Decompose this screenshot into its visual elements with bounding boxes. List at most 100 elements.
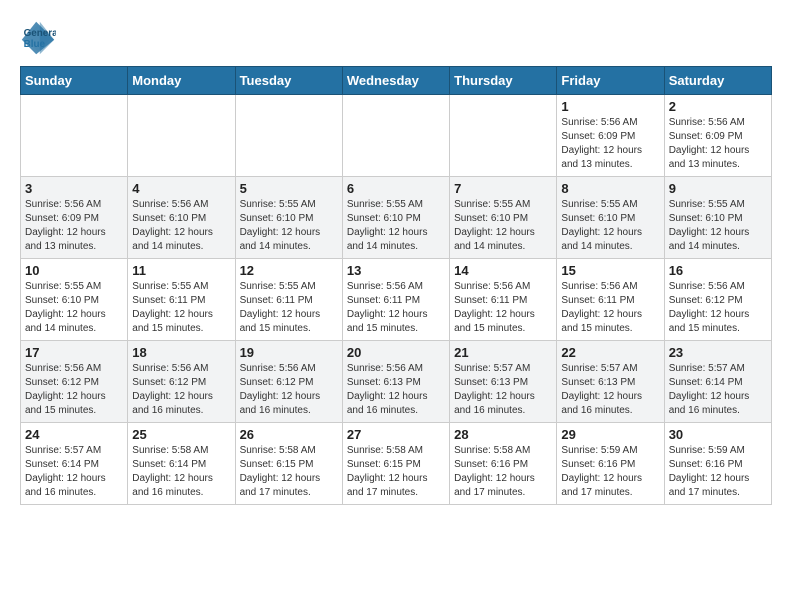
calendar-day-cell: 10 Sunrise: 5:55 AM Sunset: 6:10 PM Dayli…: [21, 259, 128, 341]
calendar-day-cell: 13 Sunrise: 5:56 AM Sunset: 6:11 PM Dayli…: [342, 259, 449, 341]
svg-text:General: General: [24, 28, 56, 39]
day-of-week-header: Monday: [128, 67, 235, 95]
day-info: Sunrise: 5:58 AM Sunset: 6:15 PM Dayligh…: [347, 444, 445, 500]
calendar-header-row: SundayMondayTuesdayWednesdayThursdayFrid…: [21, 67, 772, 95]
day-info: Sunrise: 5:56 AM Sunset: 6:13 PM Dayligh…: [347, 362, 445, 418]
day-info: Sunrise: 5:56 AM Sunset: 6:09 PM Dayligh…: [25, 198, 123, 254]
calendar-week-row: 10 Sunrise: 5:55 AM Sunset: 6:10 PM Dayli…: [21, 259, 772, 341]
day-number: 20: [347, 345, 445, 360]
calendar-table: SundayMondayTuesdayWednesdayThursdayFrid…: [20, 66, 772, 505]
day-info: Sunrise: 5:55 AM Sunset: 6:11 PM Dayligh…: [240, 280, 338, 336]
logo-icon: General Blue: [20, 20, 56, 56]
day-number: 17: [25, 345, 123, 360]
day-info: Sunrise: 5:55 AM Sunset: 6:10 PM Dayligh…: [240, 198, 338, 254]
calendar-day-cell: [21, 95, 128, 177]
day-info: Sunrise: 5:56 AM Sunset: 6:11 PM Dayligh…: [347, 280, 445, 336]
day-number: 11: [132, 263, 230, 278]
day-number: 26: [240, 427, 338, 442]
day-of-week-header: Thursday: [450, 67, 557, 95]
day-number: 22: [561, 345, 659, 360]
calendar-day-cell: 2 Sunrise: 5:56 AM Sunset: 6:09 PM Daylig…: [664, 95, 771, 177]
calendar-day-cell: 4Sunrise: 5:56 AM Sunset: 6:10 PM Daylig…: [128, 177, 235, 259]
day-number: 3: [25, 181, 123, 196]
calendar-day-cell: 8Sunrise: 5:55 AM Sunset: 6:10 PM Daylig…: [557, 177, 664, 259]
day-info: Sunrise: 5:56 AM Sunset: 6:12 PM Dayligh…: [132, 362, 230, 418]
day-number: 15: [561, 263, 659, 278]
day-number: 13: [347, 263, 445, 278]
calendar-day-cell: 5 Sunrise: 5:55 AM Sunset: 6:10 PM Daylig…: [235, 177, 342, 259]
calendar-day-cell: [128, 95, 235, 177]
day-of-week-header: Friday: [557, 67, 664, 95]
calendar-day-cell: 3 Sunrise: 5:56 AM Sunset: 6:09 PM Daylig…: [21, 177, 128, 259]
day-info: Sunrise: 5:56 AM Sunset: 6:09 PM Dayligh…: [669, 116, 767, 172]
calendar-day-cell: 6 Sunrise: 5:55 AM Sunset: 6:10 PM Daylig…: [342, 177, 449, 259]
day-info: Sunrise: 5:58 AM Sunset: 6:15 PM Dayligh…: [240, 444, 338, 500]
day-number: 29: [561, 427, 659, 442]
header: General Blue: [20, 20, 772, 56]
day-info: Sunrise: 5:55 AM Sunset: 6:10 PM Dayligh…: [561, 198, 659, 254]
calendar-week-row: 17 Sunrise: 5:56 AM Sunset: 6:12 PM Dayli…: [21, 341, 772, 423]
day-of-week-header: Saturday: [664, 67, 771, 95]
day-of-week-header: Wednesday: [342, 67, 449, 95]
day-number: 2: [669, 99, 767, 114]
day-number: 24: [25, 427, 123, 442]
calendar-day-cell: 15 Sunrise: 5:56 AM Sunset: 6:11 PM Dayli…: [557, 259, 664, 341]
day-info: Sunrise: 5:55 AM Sunset: 6:10 PM Dayligh…: [347, 198, 445, 254]
day-info: Sunrise: 5:57 AM Sunset: 6:14 PM Dayligh…: [25, 444, 123, 500]
day-info: Sunrise: 5:56 AM Sunset: 6:11 PM Dayligh…: [561, 280, 659, 336]
day-number: 16: [669, 263, 767, 278]
day-info: Sunrise: 5:55 AM Sunset: 6:10 PM Dayligh…: [25, 280, 123, 336]
day-number: 27: [347, 427, 445, 442]
day-of-week-header: Tuesday: [235, 67, 342, 95]
calendar-day-cell: 9Sunrise: 5:55 AM Sunset: 6:10 PM Daylig…: [664, 177, 771, 259]
day-info: Sunrise: 5:56 AM Sunset: 6:12 PM Dayligh…: [669, 280, 767, 336]
calendar-day-cell: 21Sunrise: 5:57 AM Sunset: 6:13 PM Dayli…: [450, 341, 557, 423]
day-number: 21: [454, 345, 552, 360]
day-number: 19: [240, 345, 338, 360]
calendar-day-cell: 25 Sunrise: 5:58 AM Sunset: 6:14 PM Dayli…: [128, 423, 235, 505]
day-number: 5: [240, 181, 338, 196]
calendar-week-row: 1Sunrise: 5:56 AM Sunset: 6:09 PM Daylig…: [21, 95, 772, 177]
day-number: 23: [669, 345, 767, 360]
calendar-day-cell: 24 Sunrise: 5:57 AM Sunset: 6:14 PM Dayli…: [21, 423, 128, 505]
day-number: 28: [454, 427, 552, 442]
calendar-day-cell: 29 Sunrise: 5:59 AM Sunset: 6:16 PM Dayli…: [557, 423, 664, 505]
calendar-day-cell: [342, 95, 449, 177]
day-number: 12: [240, 263, 338, 278]
day-info: Sunrise: 5:56 AM Sunset: 6:12 PM Dayligh…: [25, 362, 123, 418]
calendar-day-cell: 20 Sunrise: 5:56 AM Sunset: 6:13 PM Dayli…: [342, 341, 449, 423]
day-number: 18: [132, 345, 230, 360]
day-number: 7: [454, 181, 552, 196]
day-number: 10: [25, 263, 123, 278]
calendar-day-cell: 17 Sunrise: 5:56 AM Sunset: 6:12 PM Dayli…: [21, 341, 128, 423]
day-info: Sunrise: 5:59 AM Sunset: 6:16 PM Dayligh…: [669, 444, 767, 500]
calendar-day-cell: [235, 95, 342, 177]
day-of-week-header: Sunday: [21, 67, 128, 95]
calendar-day-cell: 26 Sunrise: 5:58 AM Sunset: 6:15 PM Dayli…: [235, 423, 342, 505]
calendar-day-cell: [450, 95, 557, 177]
calendar-day-cell: 22Sunrise: 5:57 AM Sunset: 6:13 PM Dayli…: [557, 341, 664, 423]
day-number: 30: [669, 427, 767, 442]
calendar-day-cell: 18 Sunrise: 5:56 AM Sunset: 6:12 PM Dayli…: [128, 341, 235, 423]
day-number: 14: [454, 263, 552, 278]
day-info: Sunrise: 5:55 AM Sunset: 6:10 PM Dayligh…: [454, 198, 552, 254]
day-info: Sunrise: 5:55 AM Sunset: 6:10 PM Dayligh…: [669, 198, 767, 254]
calendar-day-cell: 12 Sunrise: 5:55 AM Sunset: 6:11 PM Dayli…: [235, 259, 342, 341]
calendar-day-cell: 7 Sunrise: 5:55 AM Sunset: 6:10 PM Daylig…: [450, 177, 557, 259]
calendar-day-cell: 19 Sunrise: 5:56 AM Sunset: 6:12 PM Dayli…: [235, 341, 342, 423]
day-info: Sunrise: 5:58 AM Sunset: 6:14 PM Dayligh…: [132, 444, 230, 500]
day-number: 6: [347, 181, 445, 196]
calendar-day-cell: 23Sunrise: 5:57 AM Sunset: 6:14 PM Dayli…: [664, 341, 771, 423]
calendar-day-cell: 11Sunrise: 5:55 AM Sunset: 6:11 PM Dayli…: [128, 259, 235, 341]
day-info: Sunrise: 5:56 AM Sunset: 6:09 PM Dayligh…: [561, 116, 659, 172]
day-number: 4: [132, 181, 230, 196]
calendar-day-cell: 27 Sunrise: 5:58 AM Sunset: 6:15 PM Dayli…: [342, 423, 449, 505]
calendar-week-row: 3 Sunrise: 5:56 AM Sunset: 6:09 PM Daylig…: [21, 177, 772, 259]
logo: General Blue: [20, 20, 56, 56]
day-info: Sunrise: 5:59 AM Sunset: 6:16 PM Dayligh…: [561, 444, 659, 500]
day-info: Sunrise: 5:56 AM Sunset: 6:12 PM Dayligh…: [240, 362, 338, 418]
calendar-day-cell: 30 Sunrise: 5:59 AM Sunset: 6:16 PM Dayli…: [664, 423, 771, 505]
day-number: 25: [132, 427, 230, 442]
day-info: Sunrise: 5:56 AM Sunset: 6:11 PM Dayligh…: [454, 280, 552, 336]
calendar-day-cell: 1Sunrise: 5:56 AM Sunset: 6:09 PM Daylig…: [557, 95, 664, 177]
